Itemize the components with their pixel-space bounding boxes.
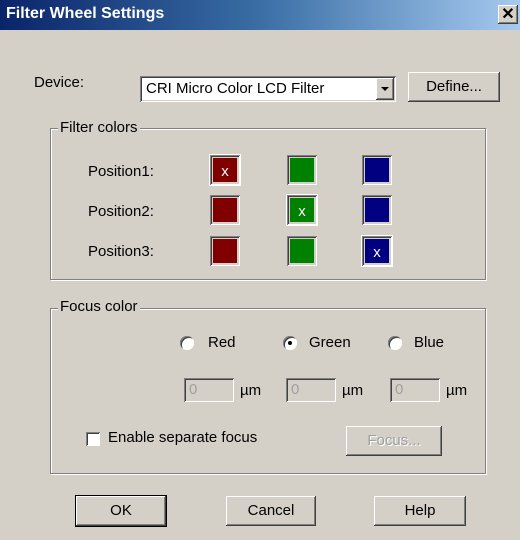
focus-green-value: 0 <box>291 381 300 398</box>
radio-red[interactable]: Red <box>180 334 260 354</box>
device-label: Device: <box>34 74 85 91</box>
enable-separate-focus-label: Enable separate focus <box>108 429 258 446</box>
selected-x-icon: x <box>373 244 381 261</box>
radio-blue-label: Blue <box>414 334 445 351</box>
focus-red-input[interactable]: 0 <box>184 378 234 402</box>
window-title: Filter Wheel Settings <box>6 5 165 22</box>
close-button[interactable]: ✕ <box>498 5 518 24</box>
radio-red-indicator[interactable] <box>180 336 194 350</box>
close-icon: ✕ <box>501 6 515 23</box>
focus-color-legend: Focus color <box>58 298 140 315</box>
swatch-fill <box>290 239 314 263</box>
position1-label: Position1: <box>88 163 154 180</box>
focus-button[interactable]: Focus... <box>346 426 442 456</box>
cancel-button[interactable]: Cancel <box>226 496 316 526</box>
focus-green-input[interactable]: 0 <box>286 378 336 402</box>
device-dropdown[interactable]: CRI Micro Color LCD Filter <box>140 76 396 102</box>
position1-green-swatch[interactable] <box>287 155 317 185</box>
unit-green: µm <box>342 382 364 399</box>
swatch-fill <box>290 158 314 182</box>
position3-green-swatch[interactable] <box>287 236 317 266</box>
position3-label: Position3: <box>88 243 154 260</box>
radio-blue-indicator[interactable] <box>388 336 402 350</box>
swatch-fill <box>213 239 237 263</box>
ok-button[interactable]: OK <box>75 495 167 527</box>
radio-green-label: Green <box>309 334 351 351</box>
radio-blue[interactable]: Blue <box>388 334 468 354</box>
position2-red-swatch[interactable] <box>210 195 240 225</box>
radio-green[interactable]: Green <box>283 334 373 354</box>
title-bar: Filter Wheel Settings ✕ <box>0 0 520 30</box>
position2-blue-swatch[interactable] <box>362 195 392 225</box>
selected-x-icon: x <box>298 203 306 220</box>
unit-red: µm <box>240 382 262 399</box>
filter-colors-legend: Filter colors <box>58 119 140 136</box>
focus-red-value: 0 <box>189 381 198 398</box>
dialog-window: Filter Wheel Settings ✕ Device: CRI Micr… <box>0 0 520 540</box>
selected-x-icon: x <box>221 163 229 180</box>
swatch-fill <box>213 198 237 222</box>
define-button[interactable]: Define... <box>408 72 500 102</box>
position2-green-swatch[interactable]: x <box>286 194 318 226</box>
help-button[interactable]: Help <box>374 496 466 526</box>
enable-separate-focus-checkbox[interactable] <box>86 432 100 446</box>
chevron-down-icon[interactable] <box>376 78 394 100</box>
position2-label: Position2: <box>88 203 154 220</box>
position1-red-swatch[interactable]: x <box>209 154 241 186</box>
focus-blue-input[interactable]: 0 <box>390 378 440 402</box>
position1-blue-swatch[interactable] <box>362 155 392 185</box>
position3-blue-swatch[interactable]: x <box>361 235 393 267</box>
swatch-fill <box>365 158 389 182</box>
swatch-fill <box>365 198 389 222</box>
position3-red-swatch[interactable] <box>210 236 240 266</box>
radio-green-indicator[interactable] <box>283 336 297 350</box>
device-dropdown-value: CRI Micro Color LCD Filter <box>146 80 325 97</box>
unit-blue: µm <box>446 382 468 399</box>
radio-red-label: Red <box>208 334 236 351</box>
focus-blue-value: 0 <box>395 381 404 398</box>
